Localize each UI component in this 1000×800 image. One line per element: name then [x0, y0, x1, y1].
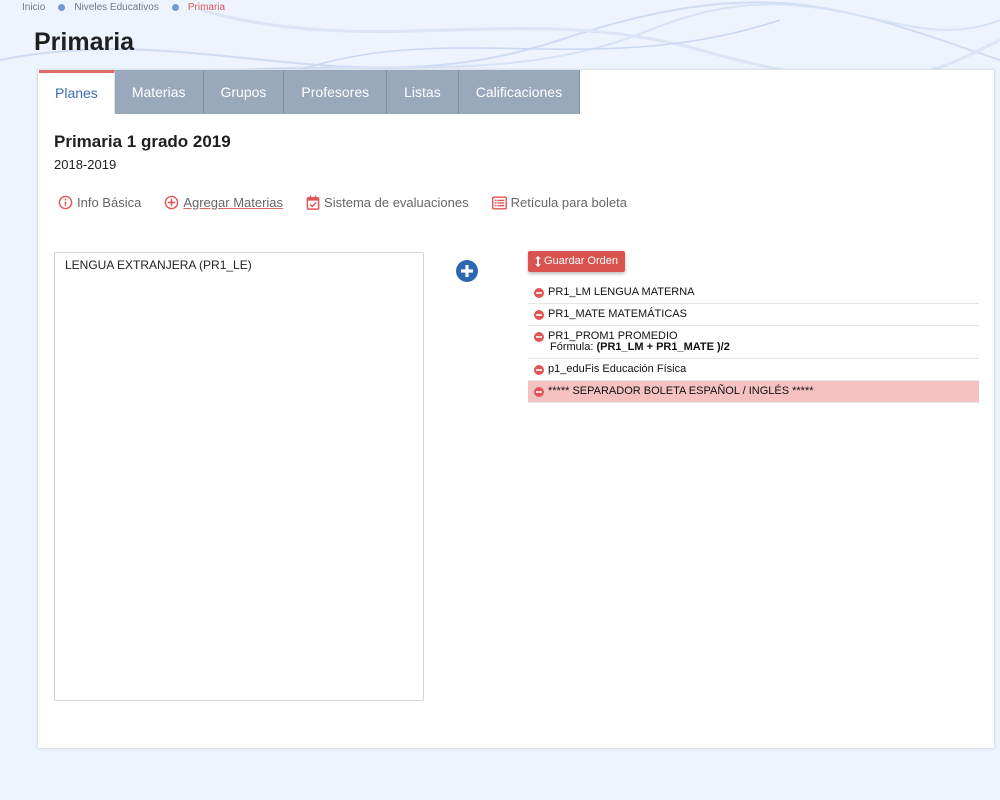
subject-label: PR1_MATE MATEMÁTICAS	[548, 308, 687, 320]
formula-label: Fórmula:	[550, 341, 594, 353]
subject-label: PR1_LM LENGUA MATERNA	[548, 286, 695, 298]
agregar-materias-link[interactable]: Agregar Materias	[164, 195, 283, 210]
tab-planes[interactable]: Planes	[39, 70, 115, 114]
agregar-materias-label: Agregar Materias	[183, 195, 284, 210]
list-item[interactable]: p1_eduFis Educación Física	[528, 359, 979, 381]
formula-value: (PR1_LM + PR1_MATE )/2	[596, 341, 730, 353]
tab-materias[interactable]: Materias	[114, 70, 204, 114]
plan-title: Primaria 1 grado 2019	[54, 132, 231, 151]
sistema-evaluaciones-link[interactable]: Sistema de evaluaciones	[306, 195, 469, 210]
info-basica-link[interactable]: Info Básica	[58, 195, 141, 210]
plan-years: 2018-2019	[54, 157, 117, 172]
breadcrumb-dot-icon	[171, 4, 179, 11]
available-subjects-list[interactable]: LENGUA EXTRANJERA (PR1_LE)	[54, 252, 424, 701]
page-title: Primaria	[34, 28, 135, 56]
plan-subjects-list: PR1_LM LENGUA MATERNA PR1_MATE MATEMÁTIC…	[528, 282, 979, 403]
tab-grupos[interactable]: Grupos	[203, 70, 285, 114]
remove-icon[interactable]	[534, 365, 544, 375]
save-order-label: Guardar Orden	[544, 255, 618, 267]
sort-arrows-icon	[535, 256, 541, 267]
formula: Fórmula: (PR1_LM + PR1_MATE )/2	[548, 342, 730, 353]
tab-listas[interactable]: Listas	[387, 70, 459, 114]
subject-label: p1_eduFis Educación Física	[548, 363, 687, 375]
breadcrumb: Inicio Niveles Educativos Primaria	[22, 2, 225, 13]
list-icon	[491, 195, 507, 210]
info-basica-label: Info Básica	[77, 195, 142, 210]
subject-label-with-formula: PR1_PROM1 PROMEDIO Fórmula: (PR1_LM + PR…	[548, 331, 730, 353]
save-order-button[interactable]: Guardar Orden	[528, 251, 625, 272]
remove-icon[interactable]	[534, 310, 544, 320]
info-icon	[58, 195, 73, 210]
reticula-boleta-link[interactable]: Retícula para boleta	[491, 195, 627, 210]
list-item[interactable]: PR1_PROM1 PROMEDIO Fórmula: (PR1_LM + PR…	[528, 326, 979, 359]
remove-icon[interactable]	[534, 332, 544, 342]
list-item[interactable]: PR1_MATE MATEMÁTICAS	[528, 304, 979, 326]
breadcrumb-item-niveles[interactable]: Niveles Educativos	[74, 2, 158, 13]
list-item[interactable]: LENGUA EXTRANJERA (PR1_LE)	[55, 253, 423, 277]
reticula-boleta-label: Retícula para boleta	[510, 195, 627, 210]
tab-profesores[interactable]: Profesores	[284, 70, 388, 114]
breadcrumb-item-inicio[interactable]: Inicio	[22, 2, 45, 13]
remove-icon[interactable]	[534, 387, 544, 397]
add-subject-icon[interactable]	[456, 260, 478, 282]
separator-label: ***** SEPARADOR BOLETA ESPAÑOL / INGLÉS …	[548, 385, 814, 397]
sistema-evaluaciones-label: Sistema de evaluaciones	[324, 195, 469, 210]
breadcrumb-item-current: Primaria	[187, 2, 226, 13]
calendar-check-icon	[306, 195, 320, 210]
separator-item[interactable]: ***** SEPARADOR BOLETA ESPAÑOL / INGLÉS …	[528, 381, 979, 403]
breadcrumb-dot-icon	[58, 4, 66, 11]
add-circle-icon	[165, 195, 179, 210]
content-card: Planes Materias Grupos Profesores Listas…	[37, 69, 995, 749]
tab-calificaciones[interactable]: Calificaciones	[458, 70, 581, 114]
remove-icon[interactable]	[534, 288, 544, 298]
plan-actions: Info Básica Agregar Materias Sistema de …	[58, 195, 650, 210]
list-item[interactable]: PR1_LM LENGUA MATERNA	[528, 282, 979, 304]
tab-bar: Planes Materias Grupos Profesores Listas…	[39, 70, 581, 114]
